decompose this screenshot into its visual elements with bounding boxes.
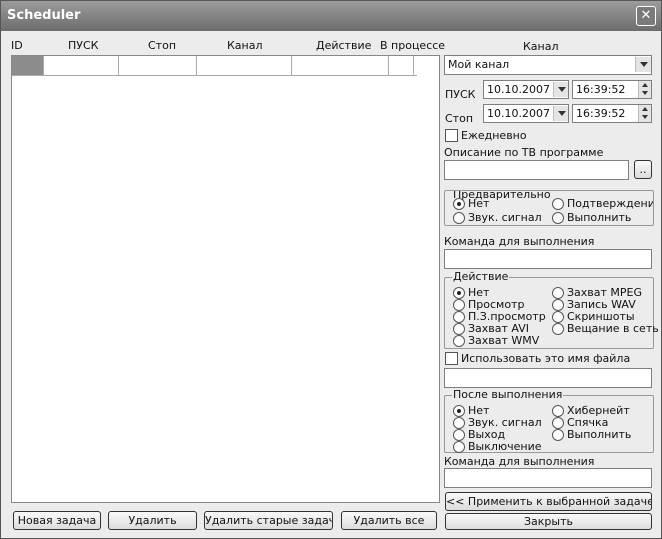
- spin-down-icon[interactable]: [642, 91, 648, 95]
- after-radio-execute-label: Выполнить: [567, 428, 632, 441]
- close-window-button[interactable]: ✕: [636, 6, 656, 26]
- use-filename-checkbox[interactable]: [445, 352, 458, 365]
- stop-label: Стоп: [445, 112, 474, 125]
- action-radio-screenshots[interactable]: [552, 311, 564, 323]
- after-radio-sleep[interactable]: [552, 417, 564, 429]
- pre-group-label: Предварительно: [452, 190, 552, 201]
- pre-radio-execute-label: Выполнить: [567, 211, 632, 224]
- chevron-down-icon[interactable]: [553, 82, 568, 97]
- stop-time-spinner[interactable]: [638, 105, 651, 122]
- apply-to-selected-button[interactable]: << Применить к выбранной задаче: [445, 492, 652, 511]
- spin-up-icon[interactable]: [642, 83, 648, 87]
- command1-label: Команда для выполнения: [444, 235, 595, 248]
- start-time-input[interactable]: 16:39:52: [572, 80, 652, 99]
- spin-down-icon[interactable]: [642, 115, 648, 119]
- start-label: ПУСК: [445, 88, 476, 101]
- after-group: После выполнения Нет Хибернейт Звук. сиг…: [444, 388, 654, 453]
- task-grid[interactable]: [11, 55, 440, 503]
- stop-time-input[interactable]: 16:39:52: [572, 104, 652, 123]
- tv-description-label: Описание по ТВ программе: [444, 146, 604, 159]
- channel-select[interactable]: Мой канал: [444, 55, 652, 75]
- stop-time-value: 16:39:52: [576, 107, 626, 120]
- command2-label: Команда для выполнения: [444, 455, 595, 468]
- row-selector-cell[interactable]: [12, 56, 44, 75]
- after-radio-shutdown[interactable]: [453, 441, 465, 453]
- after-radio-exit[interactable]: [453, 429, 465, 441]
- after-radio-sound[interactable]: [453, 417, 465, 429]
- column-header-action[interactable]: Действие: [316, 39, 371, 52]
- delete-button[interactable]: Удалить: [108, 511, 197, 530]
- delete-all-button[interactable]: Удалить все: [341, 511, 437, 530]
- start-time-value: 16:39:52: [576, 83, 626, 96]
- action-radio-broadcast[interactable]: [552, 323, 564, 335]
- scheduler-window: Scheduler ✕ ID ПУСК Стоп Канал Действие …: [0, 0, 662, 539]
- after-group-label: После выполнения: [452, 388, 564, 401]
- table-cell-start[interactable]: [44, 56, 119, 75]
- filename-input[interactable]: [444, 368, 652, 388]
- pre-radio-sound[interactable]: [453, 212, 465, 224]
- close-button[interactable]: Закрыть: [445, 513, 652, 530]
- chevron-down-icon[interactable]: [635, 57, 651, 72]
- pre-group: Предварительно Нет Подтверждение Звук. с…: [444, 190, 654, 226]
- pre-radio-sound-label: Звук. сигнал: [468, 211, 542, 224]
- close-icon: ✕: [640, 8, 652, 23]
- after-radio-none[interactable]: [453, 405, 465, 417]
- spin-up-icon[interactable]: [642, 107, 648, 111]
- action-group-label: Действие: [452, 270, 510, 283]
- action-radio-capture-wmv-label: Захват WMV: [468, 334, 540, 347]
- action-radio-capture-wmv[interactable]: [453, 335, 465, 347]
- table-cell-stop[interactable]: [119, 56, 197, 75]
- tv-description-input[interactable]: [444, 160, 629, 180]
- use-filename-label: Использовать это имя файла: [461, 352, 631, 365]
- action-group: Действие Нет Захват MPEG Просмотр Запись…: [444, 270, 659, 349]
- pre-radio-confirm[interactable]: [552, 198, 564, 210]
- channel-label: Канал: [523, 40, 559, 53]
- table-cell-channel[interactable]: [197, 56, 292, 75]
- pre-radio-confirm-label: Подтверждение: [567, 197, 654, 210]
- new-task-button[interactable]: Новая задача: [13, 511, 101, 530]
- column-header-id[interactable]: ID: [11, 39, 23, 52]
- channel-select-value: Мой канал: [448, 58, 510, 71]
- pre-radio-none-label: Нет: [468, 197, 490, 210]
- after-radio-shutdown-label: Выключение: [468, 440, 542, 453]
- after-radio-execute[interactable]: [552, 429, 564, 441]
- action-radio-view[interactable]: [453, 299, 465, 311]
- action-radio-capture-mpeg[interactable]: [552, 287, 564, 299]
- column-header-stop[interactable]: Стоп: [148, 39, 176, 52]
- delete-old-tasks-button[interactable]: Удалить старые задачи: [204, 511, 333, 530]
- command2-input[interactable]: [444, 468, 652, 488]
- action-radio-none[interactable]: [453, 287, 465, 299]
- column-header-start[interactable]: ПУСК: [68, 39, 98, 52]
- action-radio-broadcast-label: Вещание в сеть: [567, 322, 659, 335]
- daily-checkbox[interactable]: [445, 129, 458, 142]
- daily-label: Ежедневно: [461, 129, 527, 142]
- after-radio-hibernate[interactable]: [552, 405, 564, 417]
- table-row[interactable]: [12, 56, 417, 76]
- pre-radio-none[interactable]: [453, 198, 465, 210]
- action-radio-timeshift[interactable]: [453, 311, 465, 323]
- table-cell-action[interactable]: [292, 56, 389, 75]
- column-header-channel[interactable]: Канал: [227, 39, 263, 52]
- action-radio-record-wav[interactable]: [552, 299, 564, 311]
- chevron-down-icon[interactable]: [553, 106, 568, 121]
- stop-date-picker[interactable]: 10.10.2007: [483, 104, 569, 123]
- pre-radio-execute[interactable]: [552, 212, 564, 224]
- title-bar[interactable]: Scheduler ✕: [1, 1, 661, 31]
- action-radio-capture-avi[interactable]: [453, 323, 465, 335]
- browse-button[interactable]: ..: [634, 160, 652, 179]
- start-date-picker[interactable]: 10.10.2007: [483, 80, 569, 99]
- start-time-spinner[interactable]: [638, 81, 651, 98]
- column-header-in-progress[interactable]: В процессе: [380, 39, 445, 52]
- window-title: Scheduler: [7, 8, 81, 23]
- table-cell-in-progress[interactable]: [389, 56, 414, 75]
- command1-input[interactable]: [444, 249, 652, 269]
- start-date-value: 10.10.2007: [487, 83, 550, 96]
- stop-date-value: 10.10.2007: [487, 107, 550, 120]
